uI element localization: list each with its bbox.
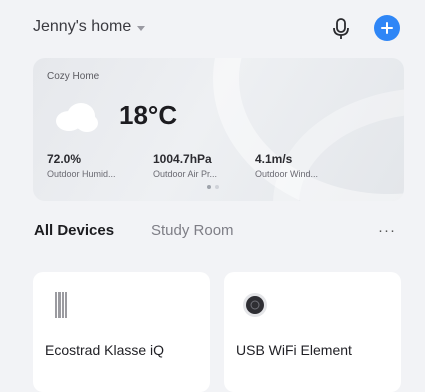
wind-label: Outdoor Wind... (255, 169, 319, 179)
device-card-ecostrad[interactable]: Ecostrad Klasse iQ (33, 272, 210, 392)
pager-dot[interactable] (207, 185, 211, 189)
air-pressure-stat: 1004.7hPa Outdoor Air Pr... (153, 152, 217, 179)
humidity-label: Outdoor Humid... (47, 169, 116, 179)
air-pressure-label: Outdoor Air Pr... (153, 169, 218, 179)
device-name: USB WiFi Element (236, 342, 352, 358)
tab-all-devices[interactable]: All Devices (34, 222, 114, 239)
temperature-value: 18°C (119, 100, 178, 130)
home-selector[interactable]: Jenny's home (33, 18, 146, 36)
app-header: Jenny's home (0, 0, 425, 56)
wind-stat: 4.1m/s Outdoor Wind... (255, 152, 318, 179)
radiator-icon (55, 292, 67, 318)
tab-study-room[interactable]: Study Room (151, 222, 234, 239)
chevron-down-icon (137, 25, 146, 31)
cloud-icon (56, 103, 98, 132)
air-pressure-value: 1004.7hPa (153, 152, 212, 166)
location-label: Cozy Home (47, 71, 100, 82)
more-options-button[interactable]: ··· (378, 222, 396, 239)
add-device-button[interactable] (374, 15, 400, 41)
device-card-usb-wifi[interactable]: USB WiFi Element (224, 272, 401, 392)
wind-value: 4.1m/s (255, 152, 293, 166)
pager-dots (207, 185, 219, 189)
humidity-stat: 72.0% Outdoor Humid... (47, 152, 116, 179)
thermostat-icon (243, 293, 267, 317)
device-name: Ecostrad Klasse iQ (45, 342, 165, 358)
room-tabs: All Devices Study Room ··· (34, 222, 400, 246)
weather-card[interactable]: Cozy Home 18°C 72.0% Outdoor Humid... 10… (33, 58, 404, 201)
pager-dot[interactable] (215, 185, 219, 189)
microphone-icon[interactable] (331, 17, 351, 41)
humidity-value: 72.0% (47, 152, 82, 166)
home-name: Jenny's home (33, 18, 132, 35)
